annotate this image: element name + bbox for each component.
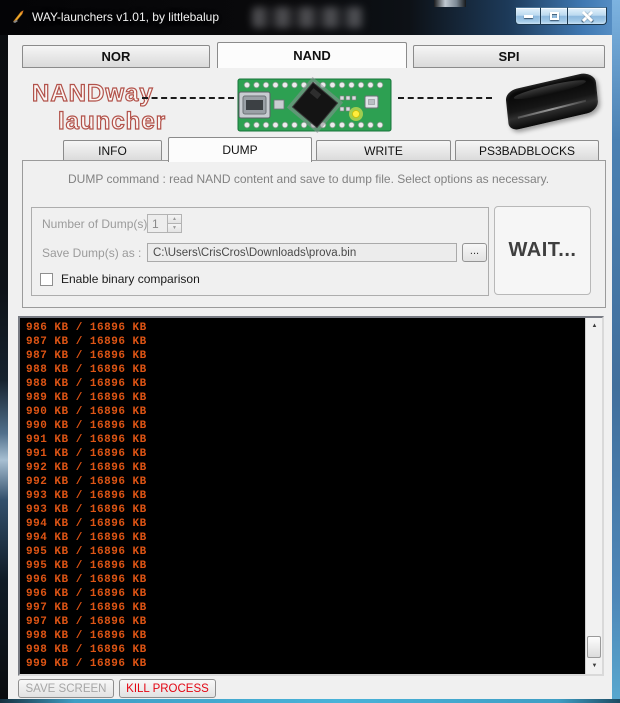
- tab-nor-label: NOR: [102, 49, 131, 64]
- console-line: 988 KB / 16896 KB: [26, 363, 585, 377]
- console-line: 995 KB / 16896 KB: [26, 559, 585, 573]
- teensy-board-image: [237, 76, 392, 134]
- minimize-icon: [524, 15, 533, 18]
- tab-info-label: INFO: [98, 144, 127, 158]
- ps3-console-image: [500, 72, 605, 135]
- console-line: 998 KB / 16896 KB: [26, 629, 585, 643]
- tab-nor[interactable]: NOR: [22, 45, 210, 68]
- console-line: 995 KB / 16896 KB: [26, 545, 585, 559]
- console-line: 987 KB / 16896 KB: [26, 335, 585, 349]
- minimize-button[interactable]: [515, 7, 541, 25]
- console-line: 991 KB / 16896 KB: [26, 433, 585, 447]
- censored-text-region: [252, 7, 364, 28]
- close-icon: [582, 11, 593, 22]
- console-panel: 986 KB / 16896 KB987 KB / 16896 KB987 KB…: [18, 316, 604, 676]
- console-line: 992 KB / 16896 KB: [26, 475, 585, 489]
- maximize-button[interactable]: [540, 7, 568, 25]
- console-line: 991 KB / 16896 KB: [26, 447, 585, 461]
- tab-nand[interactable]: NAND: [217, 42, 407, 68]
- binary-comparison-label: Enable binary comparison: [61, 272, 200, 286]
- number-of-dumps-spinner: 1: [147, 214, 182, 233]
- tab-nand-label: NAND: [293, 48, 331, 63]
- console-scrollbar[interactable]: [585, 318, 602, 674]
- title-bar: WAY-launchers v1.01, by littlebalup: [0, 0, 620, 35]
- save-dumps-row: Save Dump(s) as : C:\Users\CrisCros\Down…: [32, 243, 488, 263]
- console-line: 996 KB / 16896 KB: [26, 573, 585, 587]
- save-screen-button[interactable]: SAVE SCREEN: [18, 679, 114, 698]
- window-border-right: [612, 0, 620, 703]
- binary-comparison-checkbox[interactable]: [40, 273, 53, 286]
- console-line: 992 KB / 16896 KB: [26, 461, 585, 475]
- tab-ps3badblocks[interactable]: PS3BADBLOCKS: [455, 140, 599, 162]
- console-line: 989 KB / 16896 KB: [26, 391, 585, 405]
- number-of-dumps-row: Number of Dump(s) : 1: [32, 214, 488, 234]
- kill-process-button[interactable]: KILL PROCESS: [119, 679, 216, 698]
- maximize-icon: [550, 12, 559, 20]
- logo-line2: launcher: [58, 108, 166, 135]
- tab-dump[interactable]: DUMP: [168, 137, 312, 162]
- client-area: NOR NAND SPI NANDway launcher: [8, 35, 612, 699]
- caption-buttons: [516, 7, 607, 25]
- scrollbar-thumb[interactable]: [587, 636, 601, 658]
- close-button[interactable]: [567, 7, 607, 25]
- app-flame-icon: [10, 9, 26, 25]
- scroll-down-icon[interactable]: [586, 658, 603, 674]
- wait-action-button[interactable]: WAIT...: [494, 206, 591, 295]
- console-line: 996 KB / 16896 KB: [26, 587, 585, 601]
- console-line: 987 KB / 16896 KB: [26, 349, 585, 363]
- scroll-up-icon[interactable]: [586, 318, 603, 334]
- binary-comparison-row: Enable binary comparison: [32, 271, 488, 291]
- save-dumps-as-label: Save Dump(s) as :: [42, 246, 141, 260]
- console-line: 999 KB / 16896 KB: [26, 657, 585, 671]
- dash-divider-right: [398, 97, 492, 99]
- tab-write-label: WRITE: [364, 144, 403, 158]
- console-line: 990 KB / 16896 KB: [26, 419, 585, 433]
- console-output: 986 KB / 16896 KB987 KB / 16896 KB987 KB…: [20, 318, 585, 674]
- console-line: 988 KB / 16896 KB: [26, 377, 585, 391]
- tab-info[interactable]: INFO: [63, 140, 162, 162]
- save-path-input[interactable]: C:\Users\CrisCros\Downloads\prova.bin: [147, 243, 457, 262]
- desktop-artifact: [434, 0, 466, 7]
- ps3-gloss: [513, 77, 586, 103]
- dump-description: DUMP command : read NAND content and sav…: [68, 172, 549, 186]
- browse-button[interactable]: ...: [462, 243, 487, 262]
- console-line: 994 KB / 16896 KB: [26, 531, 585, 545]
- tab-write[interactable]: WRITE: [316, 140, 451, 162]
- nandway-launcher-logo: NANDway launcher: [18, 75, 168, 137]
- dump-options-groupbox: Number of Dump(s) : 1 Save Dump(s) as : …: [31, 207, 489, 296]
- console-line: 986 KB / 16896 KB: [26, 321, 585, 335]
- window-border-left: [0, 35, 8, 699]
- window-title: WAY-launchers v1.01, by littlebalup: [32, 10, 219, 24]
- console-line: 993 KB / 16896 KB: [26, 489, 585, 503]
- tab-spi[interactable]: SPI: [413, 45, 605, 68]
- number-of-dumps-value[interactable]: 1: [147, 214, 168, 233]
- window-border-bottom: [0, 699, 620, 703]
- tab-spi-label: SPI: [499, 49, 520, 64]
- tab-dump-label: DUMP: [222, 143, 257, 157]
- console-line: 997 KB / 16896 KB: [26, 615, 585, 629]
- number-of-dumps-label: Number of Dump(s) :: [42, 217, 154, 231]
- console-line: 990 KB / 16896 KB: [26, 405, 585, 419]
- logo-line1: NANDway: [32, 80, 154, 107]
- console-line: 998 KB / 16896 KB: [26, 643, 585, 657]
- tab-ps3badblocks-label: PS3BADBLOCKS: [479, 144, 575, 158]
- spin-down-button[interactable]: [167, 223, 182, 233]
- ps3-disc-slot: [518, 100, 586, 119]
- ps3-body: [505, 71, 599, 132]
- console-line: 994 KB / 16896 KB: [26, 517, 585, 531]
- console-line: 997 KB / 16896 KB: [26, 601, 585, 615]
- dash-divider-left: [142, 97, 234, 99]
- app-window: WAY-launchers v1.01, by littlebalup NOR …: [0, 0, 620, 703]
- console-line: 993 KB / 16896 KB: [26, 503, 585, 517]
